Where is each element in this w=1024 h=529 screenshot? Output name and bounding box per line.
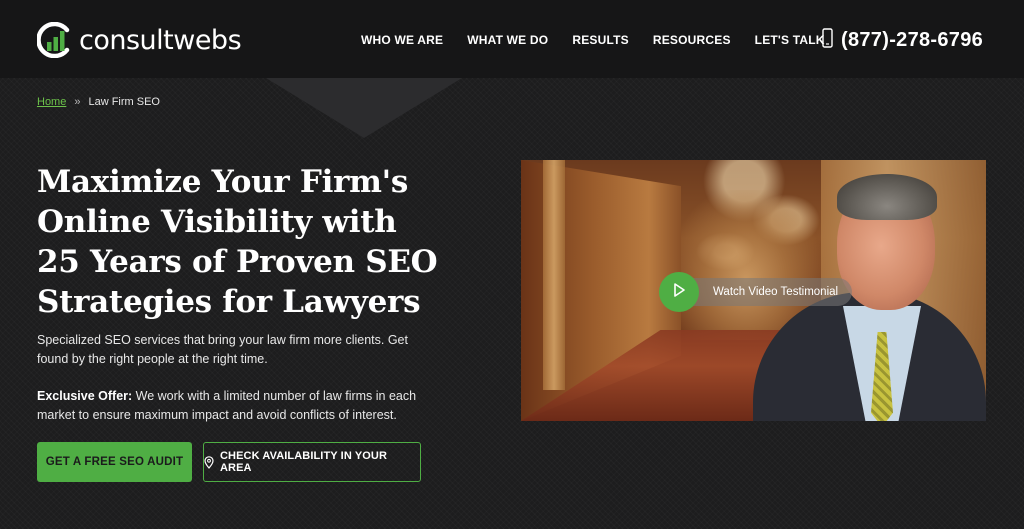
breadcrumb-current: Law Firm SEO [88,96,160,108]
breadcrumb-separator: » [74,96,81,108]
video-testimonial[interactable]: Watch Video Testimonial [521,160,986,421]
map-pin-icon [204,455,214,469]
nav-who-we-are[interactable]: WHO WE ARE [361,33,443,47]
nav-lets-talk[interactable]: LET'S TALK [755,33,825,47]
play-icon [671,282,687,303]
free-seo-audit-button[interactable]: GET A FREE SEO AUDIT [37,442,192,482]
breadcrumb: Home » Law Firm SEO [37,96,160,108]
headline-line: 25 Years of Proven SEO [37,244,438,280]
video-frame-person-hair [837,174,937,220]
breadcrumb-home-link[interactable]: Home [37,96,66,108]
headline-line: Maximize Your Firm's [37,164,408,200]
headline-line: Online Visibility with [37,204,397,240]
video-frame-pillar [543,160,565,390]
headline-line: Strategies for Lawyers [37,284,421,320]
nav-results[interactable]: RESULTS [572,33,629,47]
nav-what-we-do[interactable]: WHAT WE DO [467,33,548,47]
play-label: Watch Video Testimonial [685,278,853,306]
exclusive-offer: Exclusive Offer: We work with a limited … [37,387,417,425]
phone-icon [822,28,833,53]
main-nav: WHO WE ARE WHAT WE DO RESULTS RESOURCES … [361,33,825,47]
logo-mark-icon [36,21,73,59]
nav-resources[interactable]: RESOURCES [653,33,731,47]
phone-number: (877)-278-6796 [841,29,984,51]
logo[interactable]: consultwebs [36,21,242,59]
hero-subtext: Specialized SEO services that bring your… [37,333,408,366]
play-overlay[interactable]: Watch Video Testimonial [659,272,853,312]
check-availability-button[interactable]: CHECK AVAILABILITY IN YOUR AREA [203,442,421,482]
site-header: consultwebs WHO WE ARE WHAT WE DO RESULT… [0,0,1024,78]
phone-link[interactable]: (877)-278-6796 [822,28,983,53]
play-button[interactable] [659,272,699,312]
logo-text: consultwebs [79,24,242,56]
page-title: Maximize Your Firm's Online Visibility w… [37,162,467,322]
check-availability-label: CHECK AVAILABILITY IN YOUR AREA [220,450,387,474]
offer-label: Exclusive Offer: [37,389,133,403]
